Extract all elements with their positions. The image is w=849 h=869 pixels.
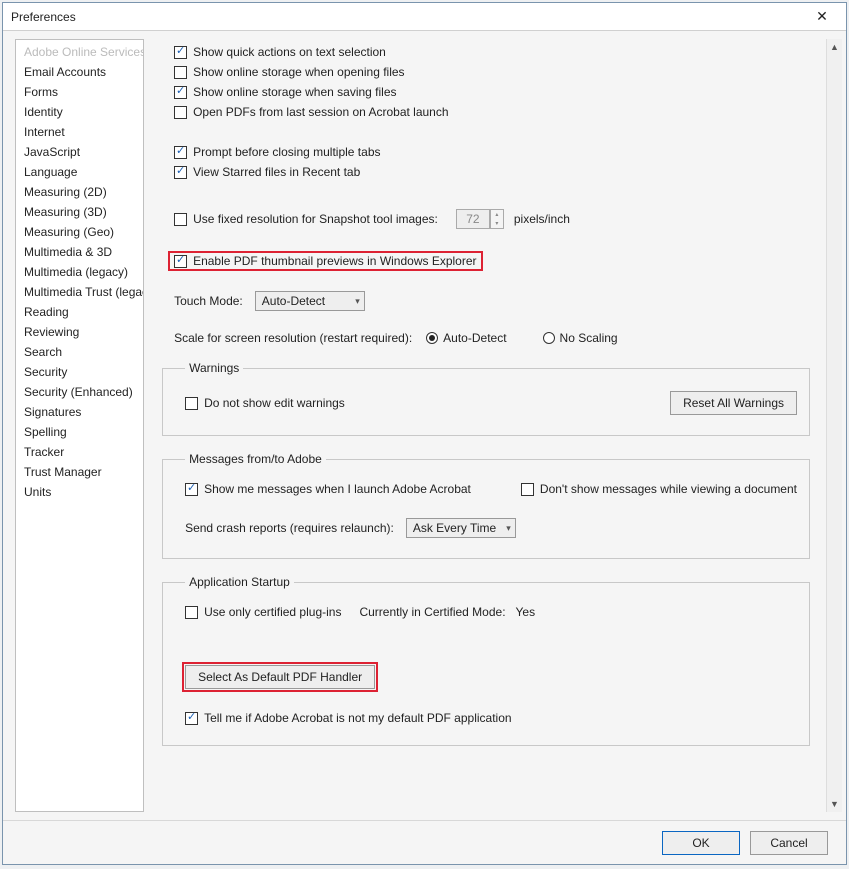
checkbox-thumbnail-previews[interactable] [174,255,187,268]
sidebar-item[interactable]: Measuring (3D) [16,202,143,222]
checkbox-save-storage[interactable] [174,86,187,99]
messages-group: Messages from/to Adobe Show me messages … [162,452,810,559]
sidebar-item[interactable]: Identity [16,102,143,122]
checkbox-prompt-tabs[interactable] [174,146,187,159]
label: Do not show edit warnings [204,396,345,410]
label: Scale for screen resolution (restart req… [174,331,412,345]
sidebar-item[interactable]: Multimedia (legacy) [16,262,143,282]
checkbox-certified-plugins[interactable] [185,606,198,619]
label: Show me messages when I launch Adobe Acr… [204,482,471,496]
close-icon[interactable]: ✕ [802,7,842,27]
legend: Application Startup [185,575,294,589]
checkbox-no-edit-warnings[interactable] [185,397,198,410]
sidebar-item[interactable]: Forms [16,82,143,102]
legend: Warnings [185,361,243,375]
snapshot-resolution-input[interactable]: 72 [456,209,490,229]
spinner[interactable]: ▴▾ [490,209,504,229]
sidebar-item[interactable]: Adobe Online Services [16,42,143,62]
legend: Messages from/to Adobe [185,452,326,466]
crash-reports-select[interactable]: Ask Every Time [406,518,516,538]
scroll-up-icon[interactable]: ▲ [827,39,842,55]
sidebar-item[interactable]: Reviewing [16,322,143,342]
label: Currently in Certified Mode: [359,605,505,619]
label: View Starred files in Recent tab [193,165,360,179]
titlebar: Preferences ✕ [3,3,846,31]
sidebar-item[interactable]: Multimedia & 3D [16,242,143,262]
checkbox-hide-viewing-messages[interactable] [521,483,534,496]
checkbox-starred[interactable] [174,166,187,179]
sidebar-item[interactable]: Trust Manager [16,462,143,482]
default-pdf-handler-button[interactable]: Select As Default PDF Handler [185,665,375,689]
checkbox-tell-default[interactable] [185,712,198,725]
sidebar-item[interactable]: Search [16,342,143,362]
sidebar-item[interactable]: Units [16,482,143,502]
scroll-down-icon[interactable]: ▼ [827,796,842,812]
sidebar-item[interactable]: Tracker [16,442,143,462]
radio-no-scaling[interactable]: No Scaling [543,331,618,345]
label: Show online storage when saving files [193,85,396,99]
window-title: Preferences [11,10,802,24]
label: Open PDFs from last session on Acrobat l… [193,105,448,119]
category-sidebar[interactable]: Adobe Online Services Email Accounts For… [15,39,144,812]
ok-button[interactable]: OK [662,831,740,855]
sidebar-item[interactable]: Email Accounts [16,62,143,82]
sidebar-item[interactable]: Internet [16,122,143,142]
sidebar-item[interactable]: JavaScript [16,142,143,162]
label: Enable PDF thumbnail previews in Windows… [193,254,476,268]
label: Show quick actions on text selection [193,45,386,59]
checkbox-last-session[interactable] [174,106,187,119]
startup-group: Application Startup Use only certified p… [162,575,810,746]
certified-mode-value: Yes [516,605,536,619]
label: Touch Mode: [174,294,243,308]
touch-mode-select[interactable]: Auto-Detect [255,291,365,311]
checkbox-quick-actions[interactable] [174,46,187,59]
checkbox-open-storage[interactable] [174,66,187,79]
label: Prompt before closing multiple tabs [193,145,380,159]
sidebar-item[interactable]: Measuring (Geo) [16,222,143,242]
label: Tell me if Adobe Acrobat is not my defau… [204,711,512,725]
sidebar-item[interactable]: Security (Enhanced) [16,382,143,402]
label: Use only certified plug-ins [204,605,341,619]
radio-auto-detect[interactable]: Auto-Detect [426,331,506,345]
vertical-scrollbar[interactable]: ▲ ▼ [826,39,842,812]
sidebar-item[interactable]: Reading [16,302,143,322]
sidebar-item[interactable]: Spelling [16,422,143,442]
preferences-dialog: Preferences ✕ Adobe Online Services Emai… [2,2,847,865]
label: Show online storage when opening files [193,65,404,79]
label: Don't show messages while viewing a docu… [540,482,797,496]
checkbox-snapshot[interactable] [174,213,187,226]
sidebar-item[interactable]: Measuring (2D) [16,182,143,202]
sidebar-item[interactable]: Multimedia Trust (legacy) [16,282,143,302]
sidebar-item[interactable]: Security [16,362,143,382]
label: pixels/inch [514,212,570,226]
sidebar-item[interactable]: Signatures [16,402,143,422]
reset-warnings-button[interactable]: Reset All Warnings [670,391,797,415]
label: Use fixed resolution for Snapshot tool i… [193,212,438,226]
warnings-group: Warnings Do not show edit warnings Reset… [162,361,810,436]
dialog-footer: OK Cancel [3,820,846,864]
settings-panel: Show quick actions on text selection Sho… [150,39,826,812]
sidebar-item[interactable]: Language [16,162,143,182]
cancel-button[interactable]: Cancel [750,831,828,855]
checkbox-show-launch-messages[interactable] [185,483,198,496]
label: Send crash reports (requires relaunch): [185,521,394,535]
